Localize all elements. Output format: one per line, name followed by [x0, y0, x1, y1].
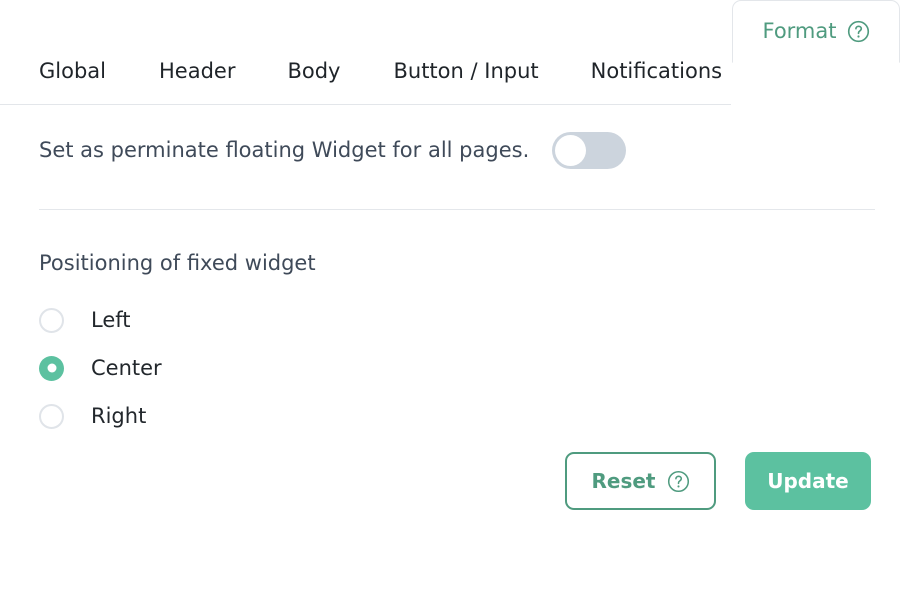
radio-option-center[interactable]: Center [39, 344, 162, 392]
radio-circle-right[interactable] [39, 403, 64, 429]
reset-button-label: Reset [591, 469, 656, 493]
help-circle-icon[interactable] [847, 20, 870, 43]
help-circle-icon[interactable] [667, 470, 690, 493]
section-divider [39, 209, 875, 210]
radio-label-left: Left [91, 307, 131, 332]
floating-widget-setting-row: Set as perminate floating Widget for all… [39, 132, 627, 169]
tab-body[interactable]: Body [287, 61, 340, 105]
positioning-radio-group: Left Center Right [39, 296, 162, 440]
update-button[interactable]: Update [745, 452, 871, 510]
tab-notifications[interactable]: Notifications [591, 61, 722, 105]
positioning-section-label: Positioning of fixed widget [39, 251, 316, 275]
radio-option-right[interactable]: Right [39, 392, 162, 440]
tab-global[interactable]: Global [39, 61, 106, 105]
tab-button-input[interactable]: Button / Input [393, 61, 538, 105]
update-button-label: Update [767, 469, 849, 493]
tab-header[interactable]: Header [159, 61, 235, 105]
radio-label-right: Right [91, 403, 147, 428]
floating-widget-toggle[interactable] [552, 132, 627, 169]
tab-format-label: Format [762, 19, 837, 43]
toggle-knob [555, 135, 587, 166]
floating-widget-label: Set as perminate floating Widget for all… [39, 138, 530, 162]
radio-circle-center[interactable] [39, 355, 64, 381]
radio-circle-left[interactable] [39, 307, 64, 333]
radio-label-center: Center [91, 355, 162, 380]
tab-format[interactable]: Format [732, 0, 900, 63]
radio-option-left[interactable]: Left [39, 296, 162, 344]
reset-button[interactable]: Reset [565, 452, 716, 510]
